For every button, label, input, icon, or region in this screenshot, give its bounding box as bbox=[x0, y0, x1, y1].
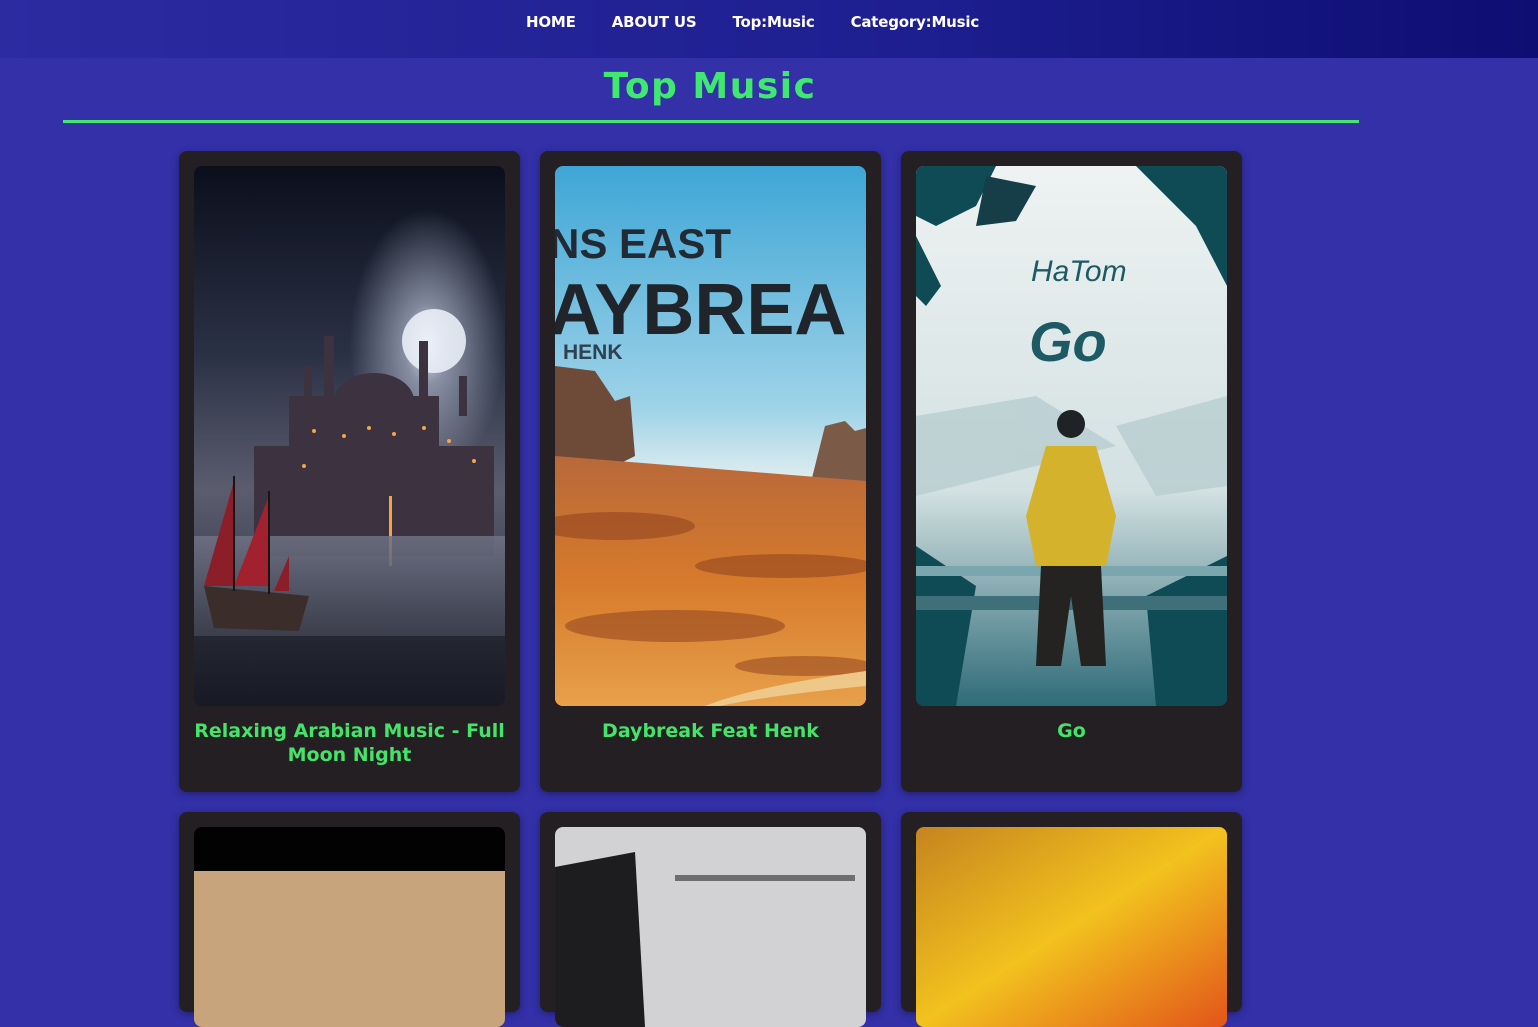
album-artwork bbox=[194, 827, 505, 1027]
music-card[interactable]: HaTom Go Go bbox=[901, 151, 1242, 792]
nav-about-link[interactable]: ABOUT US bbox=[612, 13, 697, 31]
album-art[interactable] bbox=[916, 827, 1227, 1027]
go-artwork: HaTom Go bbox=[916, 166, 1227, 706]
album-art[interactable] bbox=[555, 827, 866, 1027]
card-title[interactable]: Daybreak Feat Henk bbox=[550, 719, 871, 743]
music-card[interactable]: NS EAST AYBREA HENK Daybreak Feat Henk bbox=[540, 151, 881, 792]
desert-artwork: NS EAST AYBREA HENK bbox=[555, 166, 866, 706]
album-artwork bbox=[555, 827, 866, 1027]
card-title[interactable]: Relaxing Arabian Music - Full Moon Night bbox=[189, 719, 510, 767]
art-text-line1: NS EAST bbox=[555, 220, 731, 267]
top-navbar: HOME ABOUT US Top:Music Category:Music bbox=[0, 0, 1538, 58]
album-art-go[interactable]: HaTom Go bbox=[916, 166, 1227, 706]
title-divider bbox=[63, 120, 1359, 123]
album-artwork bbox=[916, 827, 1227, 1027]
arabian-city-artwork bbox=[194, 166, 505, 706]
card-title[interactable]: Go bbox=[911, 719, 1232, 743]
music-card[interactable] bbox=[540, 812, 881, 1027]
art-text-line3: HENK bbox=[563, 341, 623, 364]
music-card[interactable] bbox=[179, 812, 520, 1027]
album-art[interactable] bbox=[194, 827, 505, 1027]
art-artist-text: HaTom bbox=[1031, 255, 1127, 288]
album-art-arabian-city[interactable] bbox=[194, 166, 505, 706]
nav-top-music-link[interactable]: Top:Music bbox=[733, 13, 815, 31]
nav-home-link[interactable]: HOME bbox=[526, 13, 576, 31]
art-text-line2: AYBREA bbox=[555, 270, 846, 350]
music-card[interactable] bbox=[901, 812, 1242, 1027]
album-art-daybreak[interactable]: NS EAST AYBREA HENK bbox=[555, 166, 866, 706]
nav-category-music-link[interactable]: Category:Music bbox=[851, 13, 980, 31]
page-title: Top Music bbox=[603, 66, 817, 107]
music-card[interactable]: Relaxing Arabian Music - Full Moon Night bbox=[179, 151, 520, 792]
nav-menu: HOME ABOUT US Top:Music Category:Music bbox=[526, 13, 979, 31]
art-song-text: Go bbox=[1029, 310, 1107, 373]
